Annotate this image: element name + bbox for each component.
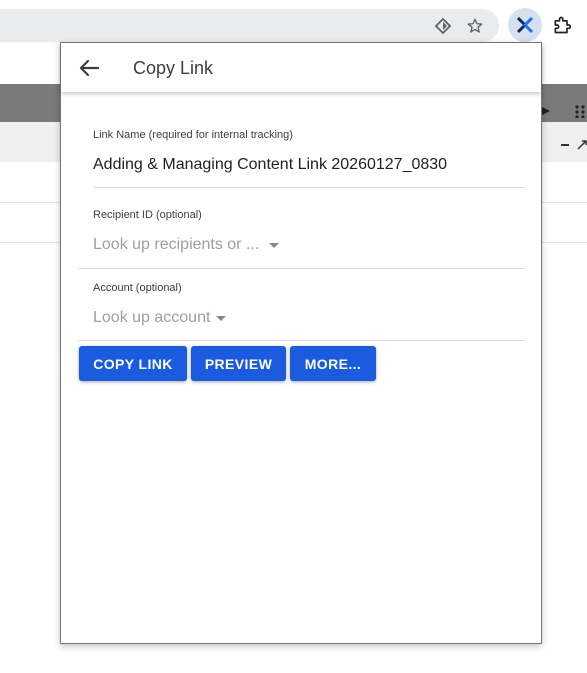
background-minimize-icon [561,144,569,146]
account-placeholder: Look up account [93,309,211,326]
account-underline [78,340,525,341]
link-name-input[interactable]: Adding & Managing Content Link 20260127_… [93,156,447,174]
extensions-puzzle-icon[interactable] [549,12,575,38]
popup-header: Copy Link [61,43,541,92]
bookmark-star-icon[interactable] [465,16,485,36]
copy-link-popup: Copy Link Link Name (required for intern… [60,42,542,644]
link-name-underline [93,187,525,188]
active-extension-icon[interactable] [508,8,542,42]
more-button[interactable]: MORE... [290,346,376,381]
recipient-id-label: Recipient ID (optional) [93,209,202,221]
recipient-id-placeholder: Look up recipients or ... [93,236,260,253]
background-collapse-icon [577,137,587,150]
popup-title: Copy Link [133,58,214,78]
address-bar[interactable] [0,9,499,42]
browser-top-strip [0,0,587,8]
recipient-id-dropdown[interactable]: Look up recipients or ... [93,236,280,254]
view-site-info-icon[interactable] [433,16,453,36]
copy-link-button[interactable]: COPY LINK [79,346,187,381]
account-label: Account (optional) [93,282,182,294]
account-dropdown[interactable]: Look up account [93,309,227,327]
chevron-down-icon [216,315,227,321]
chevron-down-icon [269,242,280,248]
recipient-id-underline [78,268,525,269]
link-name-label: Link Name (required for internal trackin… [93,129,293,141]
background-apps-grid-icon [574,104,587,119]
preview-button[interactable]: PREVIEW [191,346,286,381]
back-arrow-icon[interactable] [75,55,103,81]
